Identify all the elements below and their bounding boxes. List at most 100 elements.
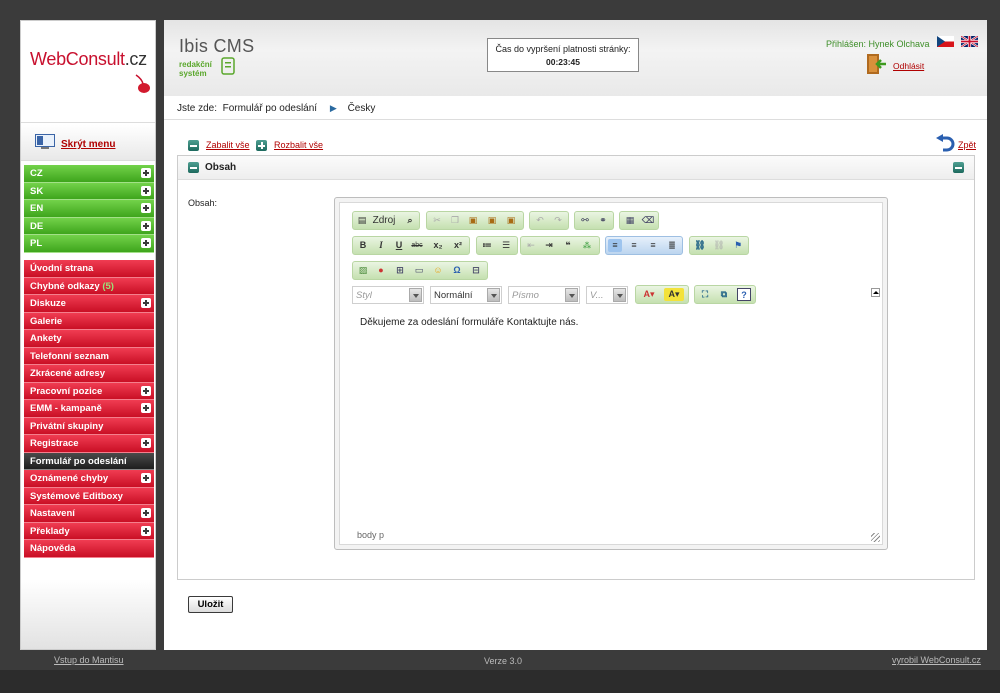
scroll-up-button[interactable] <box>871 288 880 297</box>
paste-word-icon[interactable]: ▣ <box>504 214 518 227</box>
link-icon[interactable]: ⛓ <box>693 239 707 252</box>
redo-icon[interactable]: ↷ <box>551 214 565 227</box>
flash-icon[interactable]: ● <box>374 264 388 277</box>
expand-icon[interactable] <box>141 168 151 178</box>
help-icon[interactable]: ? <box>737 288 751 301</box>
align-center-icon[interactable]: ≡ <box>627 239 641 252</box>
replace-icon[interactable]: ⚭ <box>596 214 610 227</box>
back-link[interactable]: Zpět <box>958 140 976 150</box>
italic-icon[interactable]: I <box>374 239 388 252</box>
align-right-icon[interactable]: ≡ <box>646 239 660 252</box>
font-combo[interactable]: Písmo <box>508 286 580 304</box>
collapse-all-link[interactable]: Zabalit vše <box>206 140 250 150</box>
expand-icon[interactable] <box>141 438 151 448</box>
underline-icon[interactable]: U <box>392 239 406 252</box>
sidebar-item[interactable]: Zkrácené adresy <box>24 365 154 383</box>
cut-icon[interactable]: ✂ <box>430 214 444 227</box>
unlink-icon[interactable]: ⛓ <box>712 239 726 252</box>
back-arrow-icon[interactable] <box>935 134 955 152</box>
expand-all-icon[interactable] <box>256 140 267 151</box>
logout-link[interactable]: Odhlásit <box>893 61 924 71</box>
expand-icon[interactable] <box>141 298 151 308</box>
source-button[interactable]: Zdroj <box>369 214 399 227</box>
flag-en-icon[interactable] <box>961 36 978 47</box>
expand-icon[interactable] <box>141 220 151 231</box>
find-icon[interactable]: ⚯ <box>578 214 592 227</box>
sidebar-item[interactable]: Překlady <box>24 522 154 540</box>
sidebar-item[interactable]: Galerie <box>24 312 154 330</box>
sidebar-item[interactable]: Oznámené chyby <box>24 470 154 488</box>
sidebar-item[interactable]: Pracovní pozice <box>24 382 154 400</box>
sidebar-item[interactable]: Nápověda <box>24 540 154 558</box>
special-char-icon[interactable]: Ω <box>450 264 464 277</box>
expand-icon[interactable] <box>141 508 151 518</box>
copy-icon[interactable]: ❐ <box>448 214 462 227</box>
language-item-en[interactable]: EN <box>24 200 154 218</box>
hide-menu-link[interactable]: Skrýt menu <box>61 139 115 150</box>
sidebar-item[interactable]: Formulář po odeslání <box>24 452 154 470</box>
sidebar-item[interactable]: Privátní skupiny <box>24 417 154 435</box>
expand-icon[interactable] <box>141 185 151 196</box>
subscript-icon[interactable]: x₂ <box>431 239 445 252</box>
section-header[interactable]: Obsah <box>178 156 974 180</box>
logout-icon[interactable] <box>865 53 887 75</box>
sidebar-item[interactable]: Nastavení <box>24 505 154 523</box>
expand-icon[interactable] <box>141 238 151 248</box>
expand-icon[interactable] <box>141 385 151 396</box>
page-break-icon[interactable]: ⊟ <box>469 264 483 277</box>
save-button[interactable]: Uložit <box>188 596 233 613</box>
language-item-pl[interactable]: PL <box>24 235 154 253</box>
paste-icon[interactable]: ▣ <box>466 214 480 227</box>
align-left-icon[interactable]: ≡ <box>608 239 622 252</box>
sidebar-item[interactable]: Telefonní seznam <box>24 347 154 365</box>
blockquote-icon[interactable]: ❝ <box>561 239 575 252</box>
expand-icon[interactable] <box>141 473 151 483</box>
table-icon[interactable]: ⊞ <box>393 264 407 277</box>
bg-color-icon[interactable]: A▾ <box>664 288 684 301</box>
preview-icon[interactable]: ⌕ <box>403 214 417 227</box>
remove-format-icon[interactable]: ⌫ <box>641 214 655 227</box>
div-icon[interactable]: ⁂ <box>580 239 594 252</box>
superscript-icon[interactable]: x² <box>451 239 465 252</box>
language-item-sk[interactable]: SK <box>24 182 154 200</box>
sidebar-item[interactable]: Ankety <box>24 330 154 348</box>
strike-icon[interactable]: abc <box>410 239 424 252</box>
show-blocks-icon[interactable]: ⧉ <box>717 288 731 301</box>
sidebar-item[interactable]: EMM - kampaně <box>24 400 154 418</box>
sidebar-item[interactable]: Diskuze <box>24 295 154 313</box>
language-item-de[interactable]: DE <box>24 217 154 235</box>
indent-icon[interactable]: ⇥ <box>542 239 556 252</box>
anchor-icon[interactable]: ⚑ <box>731 239 745 252</box>
sidebar-item[interactable]: Registrace <box>24 435 154 453</box>
undo-icon[interactable]: ↶ <box>533 214 547 227</box>
select-all-icon[interactable]: ▦ <box>623 214 637 227</box>
maximize-icon[interactable]: ⛶ <box>698 288 712 301</box>
expand-icon[interactable] <box>141 403 151 413</box>
editor-content[interactable]: Děkujeme za odeslání formuláře Kontaktuj… <box>360 317 578 328</box>
horizontal-rule-icon[interactable]: ▭ <box>412 264 426 277</box>
mantis-link[interactable]: Vstup do Mantisu <box>54 655 124 665</box>
expand-all-link[interactable]: Rozbalit vše <box>274 140 323 150</box>
collapse-all-icon[interactable] <box>188 140 199 151</box>
text-color-icon[interactable]: A▾ <box>639 288 659 301</box>
paste-text-icon[interactable]: ▣ <box>485 214 499 227</box>
bold-icon[interactable]: B <box>356 239 370 252</box>
resize-handle[interactable] <box>871 533 880 542</box>
hide-menu-bar[interactable]: Skrýt menu <box>21 125 155 161</box>
align-justify-icon[interactable]: ≣ <box>665 239 679 252</box>
sidebar-item[interactable]: Úvodní strana <box>24 260 154 278</box>
collapse-section-right-icon[interactable] <box>953 162 964 173</box>
collapse-section-icon[interactable] <box>188 162 199 173</box>
style-combo[interactable]: Styl <box>352 286 424 304</box>
sidebar-item[interactable]: Chybné odkazy (5) <box>24 277 154 295</box>
logo[interactable]: WebConsult.cz <box>21 21 155 123</box>
format-combo[interactable]: Normální <box>430 286 502 304</box>
sidebar-item[interactable]: Systémové Editboxy <box>24 487 154 505</box>
outdent-icon[interactable]: ⇤ <box>524 239 538 252</box>
expand-icon[interactable] <box>141 525 151 536</box>
language-item-cz[interactable]: CZ <box>24 165 154 183</box>
bullet-list-icon[interactable]: ☰ <box>499 239 513 252</box>
size-combo[interactable]: V... <box>586 286 628 304</box>
image-icon[interactable]: ▨ <box>356 264 370 277</box>
expand-icon[interactable] <box>141 203 151 213</box>
